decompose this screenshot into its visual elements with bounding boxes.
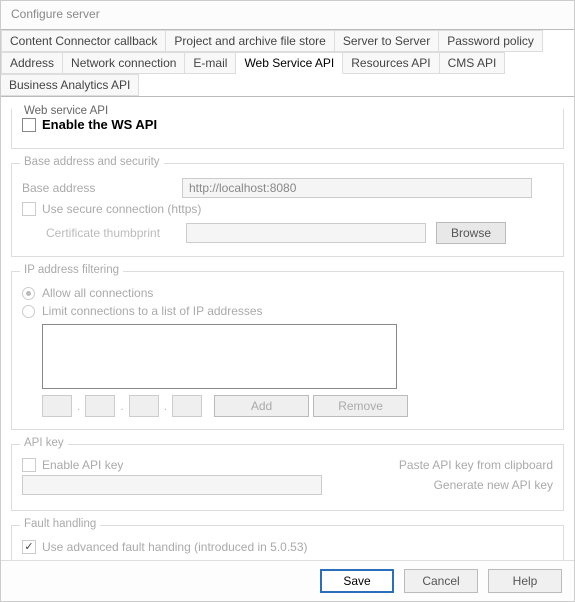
ip-octet-4[interactable]: [172, 395, 202, 417]
advanced-fault-checkbox[interactable]: [22, 540, 36, 554]
cert-thumbprint-input[interactable]: [186, 223, 426, 243]
tab-content-connector-callback[interactable]: Content Connector callback: [1, 30, 166, 52]
enable-ws-api-label: Enable the WS API: [42, 117, 157, 132]
limit-connections-radio[interactable]: [22, 305, 35, 318]
tab-password-policy[interactable]: Password policy: [439, 30, 543, 52]
tab-content: Web service API Enable the WS API Base a…: [1, 97, 574, 560]
tabs: Content Connector callbackProject and ar…: [1, 29, 574, 97]
group-base-address: Base address and security Base address U…: [11, 163, 564, 257]
tab-business-analytics-api[interactable]: Business Analytics API: [1, 74, 139, 96]
group-legend-base: Base address and security: [20, 156, 164, 168]
cancel-button[interactable]: Cancel: [404, 569, 478, 593]
browse-button[interactable]: Browse: [436, 222, 506, 244]
remove-ip-button[interactable]: Remove: [313, 395, 408, 417]
save-button[interactable]: Save: [320, 569, 394, 593]
tab-network-connection[interactable]: Network connection: [63, 52, 185, 74]
ip-octet-3[interactable]: [129, 395, 159, 417]
window-title: Configure server: [1, 1, 574, 29]
configure-server-window: Configure server Content Connector callb…: [0, 0, 575, 602]
ip-octet-2[interactable]: [85, 395, 115, 417]
base-address-label: Base address: [22, 181, 182, 195]
api-key-input[interactable]: [22, 475, 322, 495]
allow-all-label: Allow all connections: [42, 286, 153, 300]
ip-octet-1[interactable]: [42, 395, 72, 417]
group-fault-handling: Fault handling Use advanced fault handin…: [11, 525, 564, 560]
add-ip-button[interactable]: Add: [214, 395, 309, 417]
group-legend-fault: Fault handling: [20, 518, 100, 530]
group-legend-top: Web service API: [20, 105, 112, 117]
group-legend-apikey: API key: [20, 437, 68, 449]
allow-all-radio[interactable]: [22, 287, 35, 300]
use-secure-connection-label: Use secure connection (https): [42, 202, 201, 216]
ip-address-list[interactable]: [42, 324, 397, 389]
group-legend-ip: IP address filtering: [20, 264, 123, 276]
group-api-key: API key Enable API key Paste API key fro…: [11, 444, 564, 511]
dialog-footer: Save Cancel Help: [1, 560, 574, 601]
tab-resources-api[interactable]: Resources API: [343, 52, 439, 74]
tab-e-mail[interactable]: E-mail: [185, 52, 236, 74]
cert-thumbprint-label: Certificate thumbprint: [46, 226, 176, 240]
use-secure-connection-checkbox[interactable]: [22, 202, 36, 216]
tab-cms-api[interactable]: CMS API: [440, 52, 506, 74]
enable-api-key-label: Enable API key: [42, 458, 123, 472]
enable-ws-api-checkbox[interactable]: [22, 118, 36, 132]
base-address-input[interactable]: [182, 178, 532, 198]
help-button[interactable]: Help: [488, 569, 562, 593]
group-web-service-api: Web service API Enable the WS API: [11, 109, 564, 149]
tab-address[interactable]: Address: [1, 52, 63, 74]
tab-project-and-archive-file-store[interactable]: Project and archive file store: [166, 30, 334, 52]
generate-api-key-link[interactable]: Generate new API key: [434, 478, 553, 492]
paste-api-key-link[interactable]: Paste API key from clipboard: [399, 458, 553, 472]
tab-server-to-server[interactable]: Server to Server: [335, 30, 439, 52]
enable-api-key-checkbox[interactable]: [22, 458, 36, 472]
tab-web-service-api[interactable]: Web Service API: [236, 52, 343, 74]
advanced-fault-label: Use advanced fault handing (introduced i…: [42, 540, 308, 554]
group-ip-filtering: IP address filtering Allow all connectio…: [11, 271, 564, 430]
limit-connections-label: Limit connections to a list of IP addres…: [42, 304, 263, 318]
